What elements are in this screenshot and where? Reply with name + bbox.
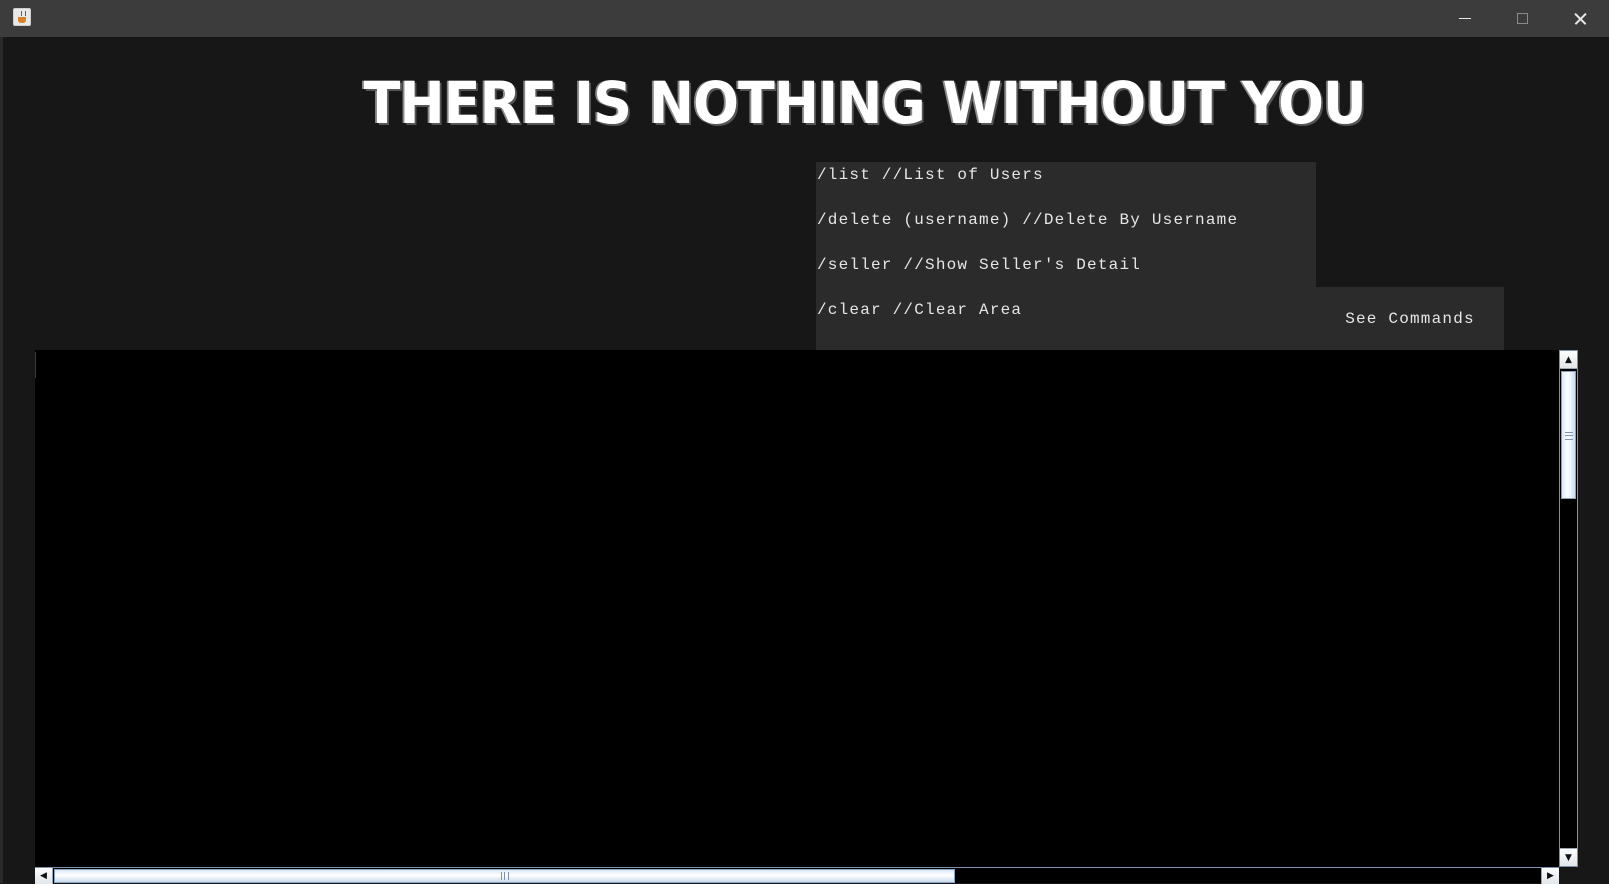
steam-decoration [21,11,26,16]
text-caret [35,352,36,378]
scroll-down-arrow-icon[interactable]: ▼ [1560,848,1577,866]
scroll-up-arrow-icon[interactable]: ▲ [1560,351,1577,369]
command-seller-line: /seller //Show Seller's Detail [817,256,1142,274]
scroll-right-arrow-icon[interactable]: ▶ [1541,868,1559,884]
app-window: THERE IS NOTHING WITHOUT YOU /list //Lis… [0,0,1609,884]
minimize-icon [1459,18,1471,19]
command-clear-line: /clear //Clear Area [817,301,1023,319]
window-border [0,37,3,883]
vertical-scrollbar[interactable]: ▲ ▼ [1559,350,1578,867]
grip-icon [501,872,509,880]
page-title: THERE IS NOTHING WITHOUT YOU [363,69,1367,137]
see-commands-button[interactable]: See Commands [1316,287,1504,350]
grip-icon [1565,432,1573,440]
scroll-left-arrow-icon[interactable]: ◀ [35,868,53,884]
maximize-icon [1516,13,1528,24]
cup-decoration [18,17,26,23]
horizontal-scrollbar[interactable]: ◀ ▶ [35,867,1559,884]
minimize-button[interactable] [1436,0,1494,37]
close-button[interactable] [1551,0,1609,37]
close-icon [1573,12,1587,26]
horizontal-scroll-thumb[interactable] [54,869,955,883]
output-text-area[interactable] [35,350,1559,867]
command-list-line: /list //List of Users [817,166,1044,184]
maximize-button[interactable] [1493,0,1551,37]
vertical-scroll-thumb[interactable] [1561,371,1576,499]
title-bar[interactable] [0,0,1609,37]
command-delete-line: /delete (username) //Delete By Username [817,211,1239,229]
java-cup-icon [13,8,31,26]
